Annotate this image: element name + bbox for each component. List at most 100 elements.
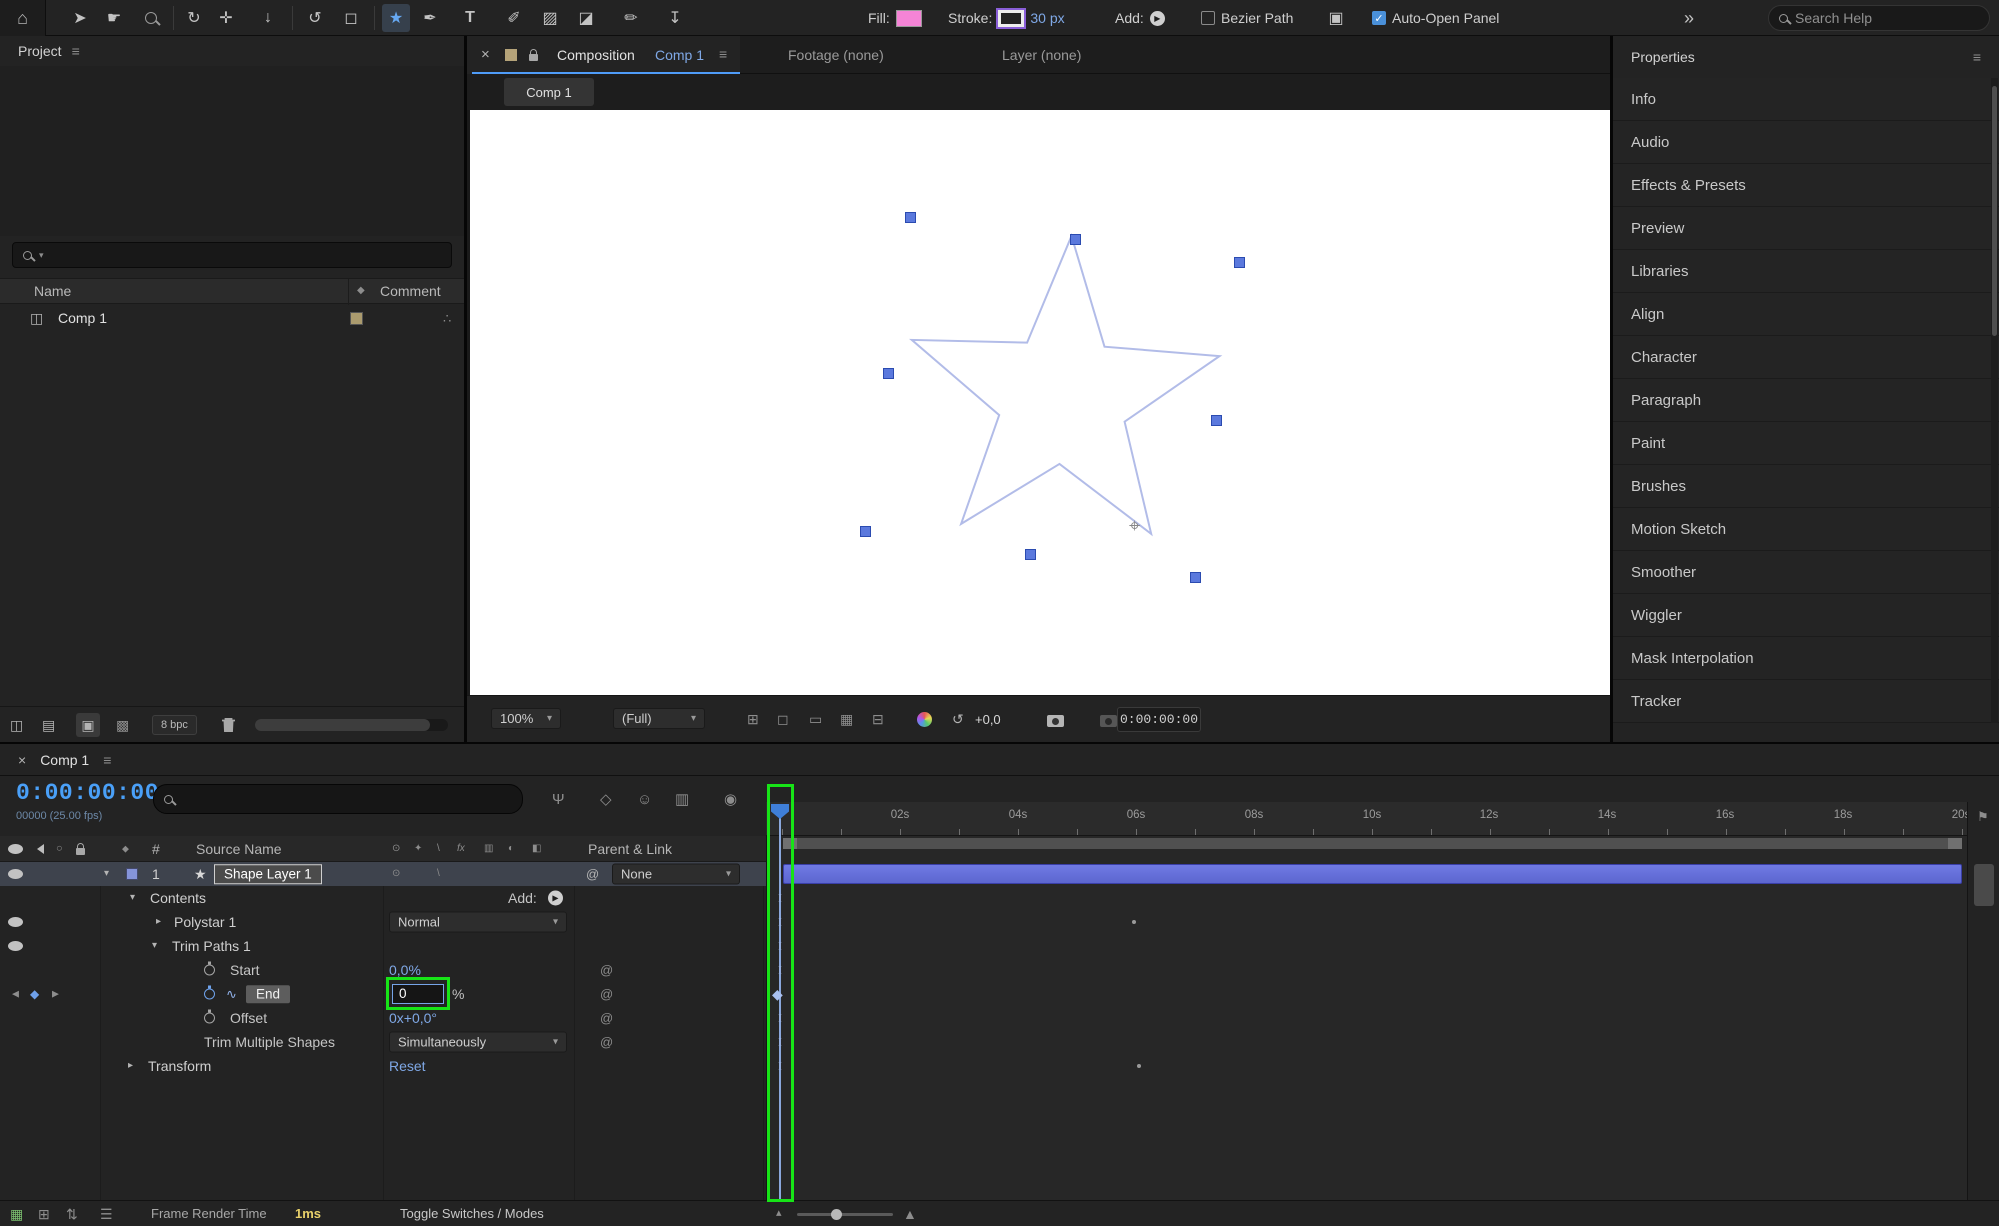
panel-item-paragraph[interactable]: Paragraph [1613, 379, 1999, 422]
selection-handle[interactable] [1190, 572, 1201, 583]
parent-dropdown[interactable]: None ▾ [612, 863, 740, 885]
project-horizontal-scrollbar[interactable] [255, 719, 448, 731]
close-icon[interactable]: × [18, 753, 26, 767]
lock-column-icon[interactable] [76, 842, 85, 855]
track-area[interactable] [766, 836, 1967, 1200]
panel-menu-icon[interactable]: ≡ [72, 44, 80, 58]
bezier-path-checkbox[interactable] [1201, 11, 1215, 25]
stopwatch-active-icon[interactable] [204, 985, 215, 1000]
end-property-row[interactable]: ◀ ◆ ▶ ∿ End 0 % @ [0, 982, 766, 1006]
panel-item-mask-interpolation[interactable]: Mask Interpolation [1613, 637, 1999, 680]
start-value[interactable]: 0,0% [389, 963, 421, 977]
magnification-dropdown[interactable]: 100% ▾ [491, 708, 561, 729]
column-divider[interactable] [348, 279, 349, 305]
eye-icon[interactable] [8, 869, 23, 879]
mini-flowchart-icon[interactable]: Ψ [552, 792, 565, 807]
panel-menu-icon[interactable]: ≡ [719, 47, 727, 61]
layer-name[interactable]: Shape Layer 1 [214, 864, 322, 884]
collapse-switch-icon[interactable]: ✦ [414, 843, 422, 854]
stroke-swatch[interactable] [998, 9, 1025, 27]
bezier-path-option[interactable]: Bezier Path [1201, 0, 1293, 36]
project-item-name[interactable]: Comp 1 [58, 310, 107, 326]
trim-multiple-shapes-dropdown[interactable]: Simultaneously ▾ [389, 1031, 567, 1053]
panel-menu-icon[interactable]: ≡ [1973, 50, 1981, 64]
layer-number-column[interactable]: # [152, 842, 160, 856]
selection-handle[interactable] [1070, 234, 1081, 245]
next-keyframe-icon[interactable]: ▶ [52, 989, 59, 999]
footage-interpret-icon[interactable]: ◫ [10, 718, 23, 732]
shy-switch-icon[interactable]: ⊙ [392, 843, 400, 854]
clone-stamp-tool[interactable]: ▨ [536, 4, 564, 32]
snapshot-icon[interactable] [1047, 715, 1064, 727]
composition-tab-comp-name[interactable]: Comp 1 [655, 47, 704, 63]
brush-tool[interactable]: ✐ [500, 4, 528, 32]
panel-item-character[interactable]: Character [1613, 336, 1999, 379]
3d-switch-icon[interactable]: ◧ [532, 843, 541, 854]
panel-item-info[interactable]: Info [1613, 78, 1999, 121]
show-snapshot-icon[interactable] [1099, 715, 1117, 727]
close-icon[interactable]: × [481, 47, 490, 62]
star-shape-path[interactable] [470, 110, 1610, 695]
start-label[interactable]: Start [230, 963, 260, 977]
previous-keyframe-icon[interactable]: ◀ [12, 989, 19, 999]
selection-tool[interactable]: ➤ [66, 4, 94, 32]
panel-item-libraries[interactable]: Libraries [1613, 250, 1999, 293]
hide-shy-layers-icon[interactable]: ☺ [637, 792, 652, 807]
pick-whip-icon[interactable]: @ [586, 868, 599, 881]
trim-paths-row[interactable]: ▾ Trim Paths 1 [0, 934, 766, 958]
graph-editor-icon[interactable]: ∿ [226, 988, 237, 1001]
eye-icon[interactable] [8, 917, 23, 927]
stopwatch-icon[interactable] [204, 961, 215, 976]
lock-icon[interactable] [529, 49, 538, 61]
render-options-icon[interactable]: ☰ [100, 1207, 113, 1221]
zoom-in-mountain-icon[interactable]: ▲ [903, 1207, 917, 1221]
expand-layer-icon[interactable]: ▾ [104, 869, 109, 879]
dolly-tool[interactable]: ↓ [254, 4, 282, 32]
collapse-group-icon[interactable]: ▾ [152, 941, 157, 951]
roto-brush-tool[interactable]: ✏ [617, 4, 645, 32]
frame-blending-icon[interactable]: ▥ [675, 792, 689, 807]
polystar-label[interactable]: Polystar 1 [174, 915, 236, 929]
comment-column-header[interactable]: Comment [380, 283, 441, 299]
pick-whip-icon[interactable]: @ [600, 1012, 613, 1025]
project-search-box[interactable]: ▾ [12, 242, 452, 268]
star-shape-tool[interactable]: ★ [382, 4, 410, 32]
eye-icon[interactable] [8, 941, 23, 951]
preview-time-display[interactable]: 0:00:00:00 [1117, 707, 1201, 732]
channel-color-icon[interactable] [917, 712, 932, 727]
fill-control[interactable]: Fill: [868, 0, 922, 36]
expand-group-icon[interactable]: ▸ [128, 1061, 133, 1071]
auto-open-panel-option[interactable]: ✓ Auto-Open Panel [1372, 0, 1499, 36]
timeline-zoom-slider[interactable] [797, 1209, 893, 1220]
motion-blur-switch-icon[interactable]: ◐ [508, 843, 514, 854]
end-value-input[interactable]: 0 [392, 984, 444, 1004]
pick-whip-icon[interactable]: @ [600, 988, 613, 1001]
expand-in-out-panes-icon[interactable]: ⇅ [66, 1207, 78, 1221]
timeline-dot[interactable] [1137, 1064, 1141, 1068]
orbit-tool[interactable]: ↻ [180, 4, 208, 32]
toolbar-overflow-button[interactable]: » [1675, 4, 1703, 32]
polystar-row[interactable]: ▸ Polystar 1 Normal ▾ [0, 910, 766, 934]
selection-handle[interactable] [1211, 415, 1222, 426]
work-area-start-handle[interactable] [783, 838, 797, 849]
resolution-dropdown[interactable]: (Full) ▾ [613, 708, 705, 729]
label-color-column-icon[interactable]: ◆ [357, 286, 365, 296]
fx-switch-icon[interactable]: fx [457, 843, 465, 854]
panel-item-audio[interactable]: Audio [1613, 121, 1999, 164]
zoom-tool[interactable] [137, 4, 165, 32]
panel-item-wiggler[interactable]: Wiggler [1613, 594, 1999, 637]
source-name-column[interactable]: Source Name [196, 842, 282, 856]
type-tool[interactable]: T [456, 4, 484, 32]
marker-bin-icon[interactable]: ⚑ [1977, 810, 1989, 823]
quality-switch-icon[interactable]: \ [437, 843, 440, 854]
project-item-row[interactable]: ◫ Comp 1 ∴ [0, 304, 464, 332]
panel-item-paint[interactable]: Paint [1613, 422, 1999, 465]
offset-value[interactable]: 0x+0,0° [389, 1011, 437, 1025]
scrollbar-thumb[interactable] [1992, 86, 1997, 336]
rotate-tool[interactable]: ↺ [301, 4, 329, 32]
draft-3d-icon[interactable]: ◇ [600, 792, 612, 807]
layer-color-chip[interactable] [126, 868, 138, 880]
playhead-line[interactable] [779, 818, 781, 1200]
contents-row[interactable]: ▾ Contents Add: ▶ [0, 886, 766, 910]
current-time-display[interactable]: 0:00:00:00 [16, 780, 159, 806]
